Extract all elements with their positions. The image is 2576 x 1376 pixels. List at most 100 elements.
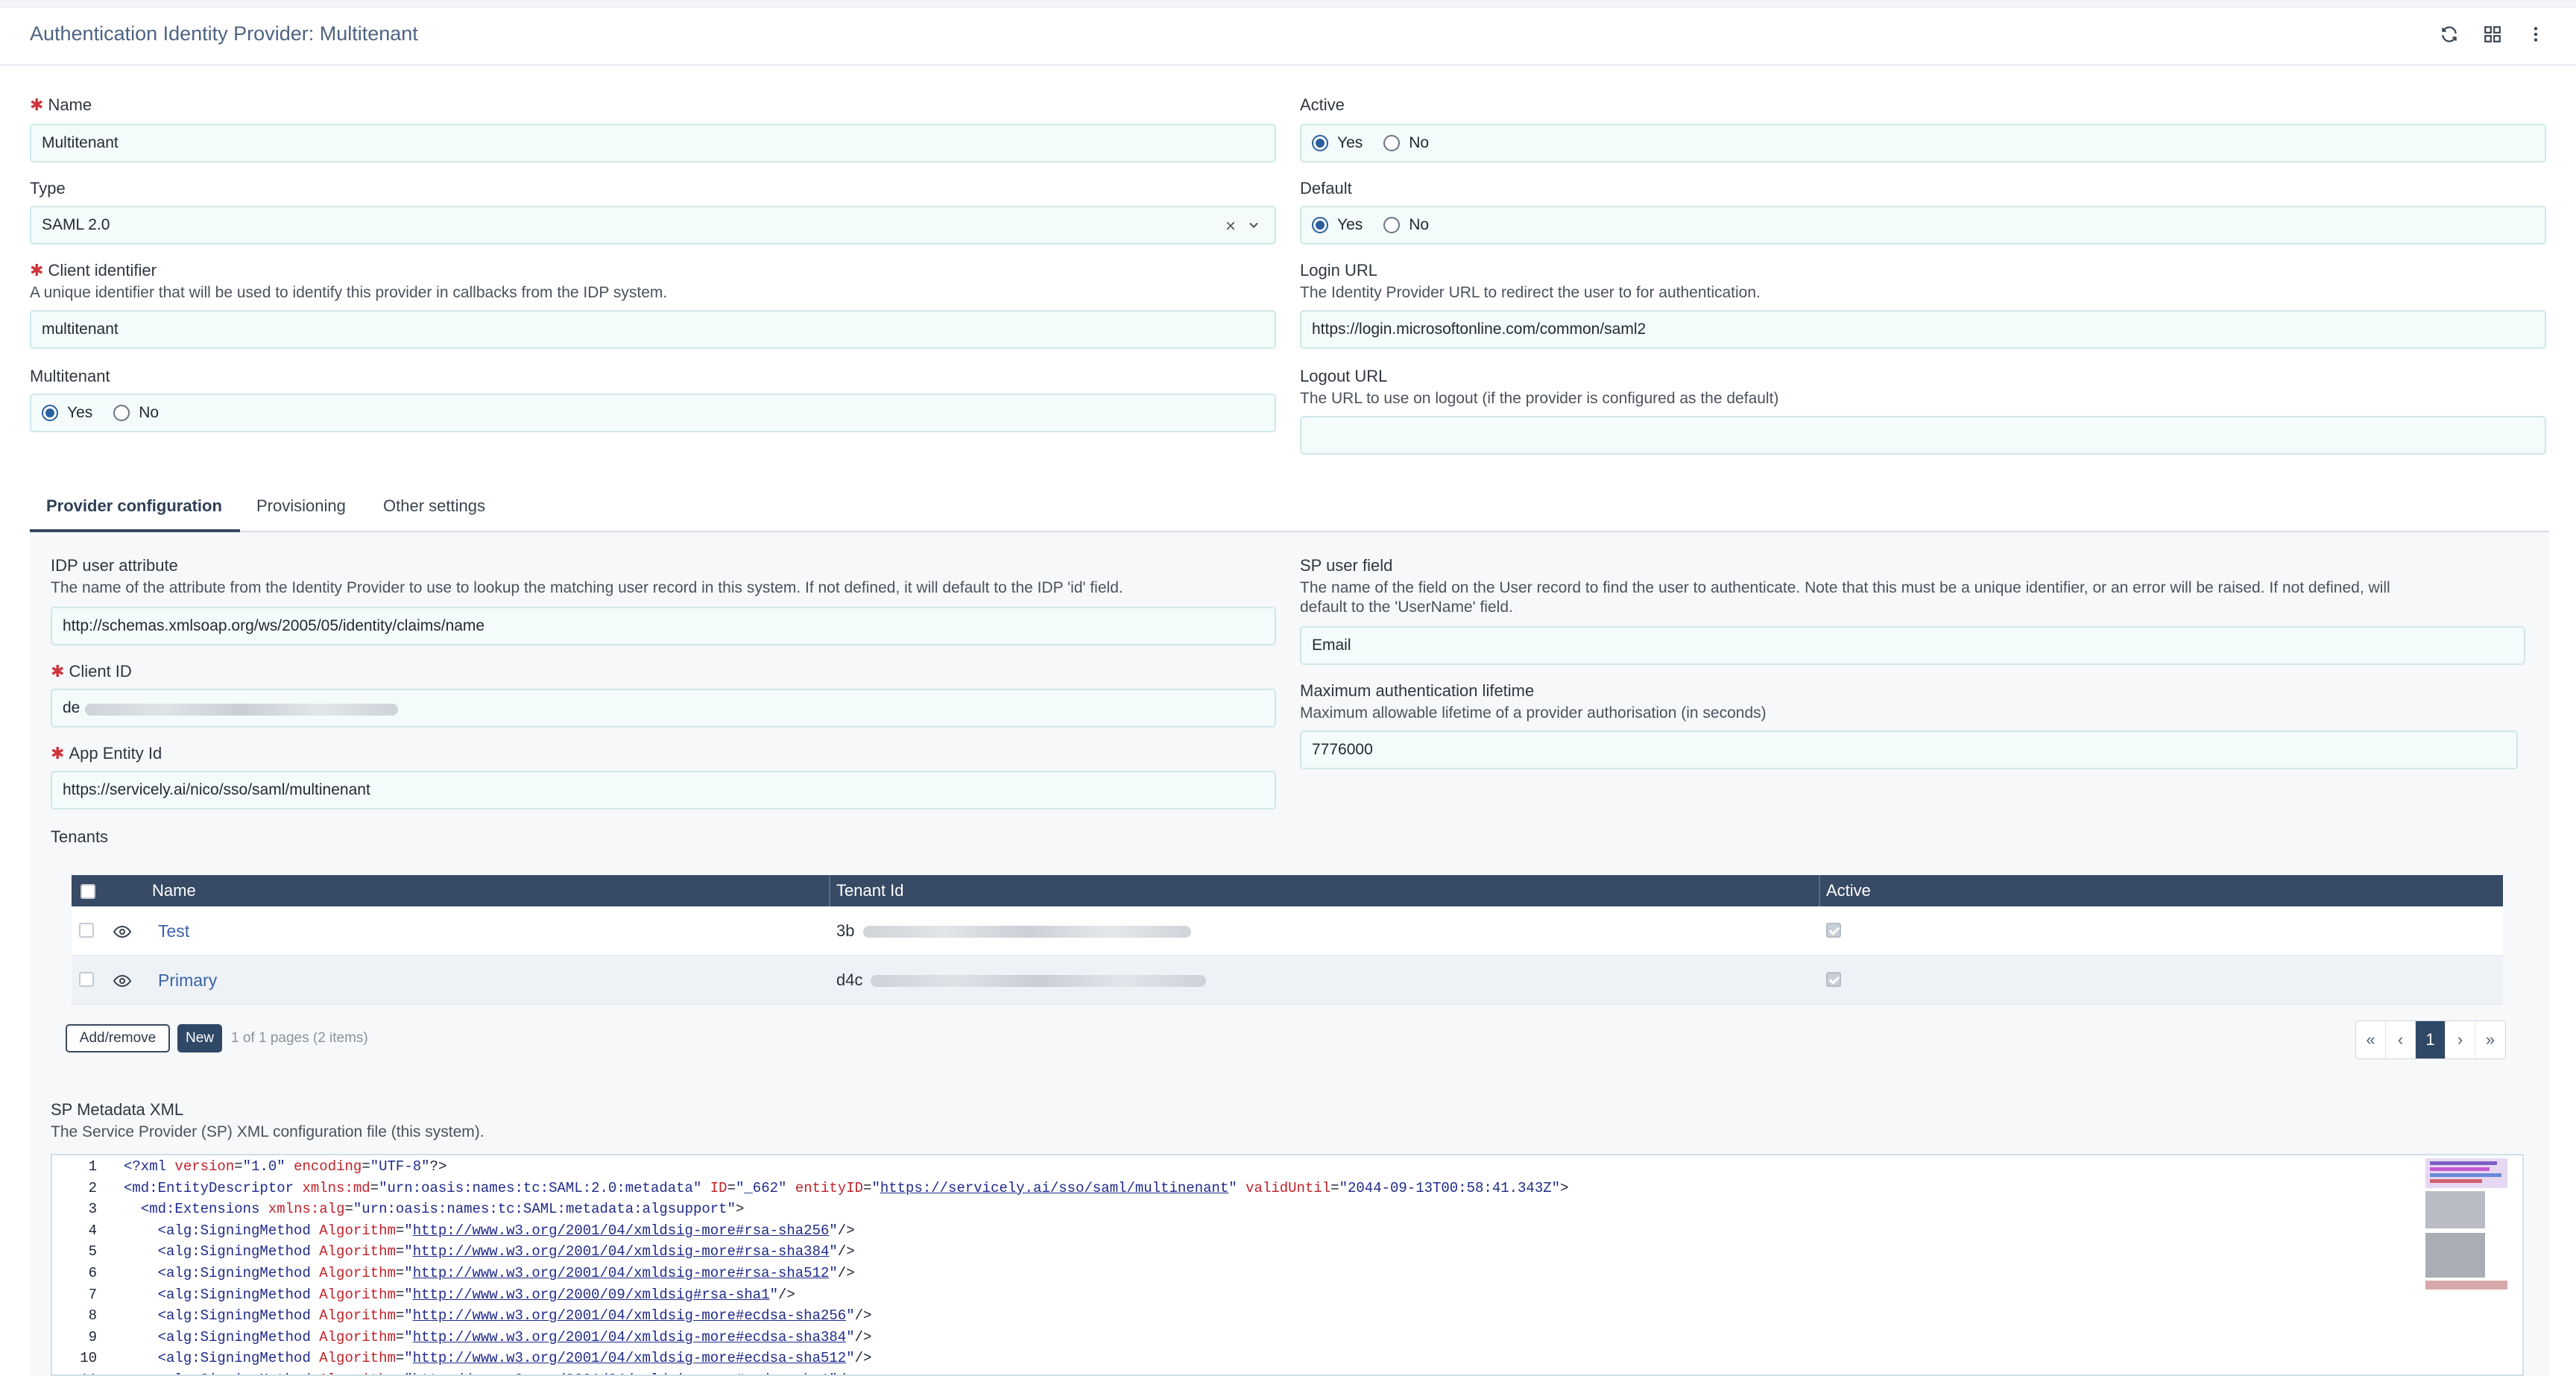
tab-provisioning[interactable]: Provisioning (256, 496, 346, 516)
more-vertical-icon[interactable] (2525, 24, 2546, 45)
max-lifetime-label: Maximum authentication lifetime (1300, 681, 1535, 700)
tenants-table: Name Tenant Id Active Test 3b Primary d4… (72, 875, 2503, 1005)
refresh-icon[interactable] (2439, 24, 2460, 45)
line-text: <md:EntityDescriptor xmlns:md="urn:oasis… (124, 1179, 1569, 1196)
active-no-radio[interactable] (1383, 135, 1401, 151)
redacted-blur (85, 704, 398, 716)
active-label: Active (1300, 95, 1345, 114)
code-line: 6 <alg:SigningMethod Algorithm="http://w… (52, 1265, 2400, 1286)
default-yes-radio[interactable] (1312, 217, 1328, 233)
new-button[interactable]: New (177, 1024, 222, 1052)
code-minimap[interactable] (2425, 1158, 2507, 1293)
line-number: 7 (88, 1286, 97, 1303)
metadata-code-editor[interactable]: 1 <?xml version="1.0" encoding="UTF-8"?> 2… (51, 1154, 2524, 1376)
tenants-label: Tenants (51, 827, 109, 846)
last-page-button[interactable]: » (2475, 1021, 2505, 1058)
tab-other-settings[interactable]: Other settings (383, 496, 485, 516)
row-checkbox[interactable] (79, 972, 94, 987)
header-actions (2439, 24, 2546, 45)
sp-user-field-help-2: default to the 'UserName' field. (1300, 599, 1513, 616)
code-line: 9 <alg:SigningMethod Algorithm="http://w… (52, 1329, 2400, 1350)
multitenant-yes-label: Yes (67, 404, 93, 421)
login-url-input[interactable]: https://login.microsoftonline.com/common… (1300, 310, 2546, 349)
active-yes-label: Yes (1337, 134, 1363, 151)
eye-icon[interactable] (113, 972, 132, 994)
column-header-tenant-id[interactable]: Tenant Id (836, 881, 904, 900)
default-no-label: No (1409, 216, 1430, 233)
idp-user-attribute-label-wrap: IDP user attribute The name of the attri… (51, 556, 1123, 598)
code-line: 7 <alg:SigningMethod Algorithm="http://w… (52, 1287, 2400, 1307)
type-label-wrap: Type (30, 179, 66, 198)
client-identifier-label-wrap: ✱ Client identifier A unique identifier t… (30, 261, 667, 303)
table-header: Name Tenant Id Active (72, 875, 2503, 906)
line-number: 4 (88, 1222, 97, 1239)
line-text: <alg:SigningMethod Algorithm="http://www… (157, 1350, 872, 1367)
line-number: 9 (88, 1328, 97, 1345)
chevron-down-icon[interactable] (1246, 218, 1261, 237)
line-number: 10 (80, 1350, 97, 1367)
code-line: 5 <alg:SigningMethod Algorithm="http://w… (52, 1243, 2400, 1264)
page-button[interactable]: 1 (2416, 1021, 2446, 1058)
column-divider (1819, 875, 1820, 906)
required-icon: ✱ (51, 744, 65, 763)
login-url-help: The Identity Provider URL to redirect th… (1300, 284, 1761, 301)
default-no-radio[interactable] (1383, 217, 1401, 233)
tenant-name-link[interactable]: Primary (158, 971, 217, 991)
active-checkbox (1826, 972, 1841, 987)
form-header: Authentication Identity Provider: Multit… (0, 7, 2576, 66)
sp-user-field-label-wrap: SP user field The name of the field on t… (1300, 556, 2537, 617)
max-lifetime-input[interactable]: 7776000 (1300, 730, 2518, 769)
client-id-input[interactable]: de (51, 689, 1276, 728)
name-input[interactable]: Multitenant (30, 124, 1276, 162)
next-page-button[interactable]: › (2446, 1021, 2475, 1058)
line-text: <alg:SigningMethod Algorithm="http://www… (157, 1265, 855, 1281)
idp-user-attribute-label: IDP user attribute (51, 556, 178, 575)
multitenant-yes-radio[interactable] (42, 405, 58, 421)
page-info: 1 of 1 pages (2 items) (231, 1030, 368, 1046)
first-page-button[interactable]: « (2356, 1021, 2386, 1058)
line-text: <alg:SigningMethod Algorithm="http://www… (157, 1222, 855, 1239)
column-divider (829, 875, 830, 906)
multitenant-no-radio[interactable] (113, 405, 130, 421)
tenant-name-link[interactable]: Test (158, 921, 189, 941)
redacted-blur (871, 975, 1206, 987)
line-text: <alg:SigningMethod Algorithm="http://www… (157, 1286, 795, 1303)
line-number: 6 (88, 1265, 97, 1281)
line-number: 8 (88, 1307, 97, 1325)
line-text: <alg:SigningMethod Algorithm="http://www… (124, 1372, 855, 1375)
column-header-active[interactable]: Active (1826, 881, 1871, 900)
layout-grid-icon[interactable] (2482, 24, 2503, 45)
tab-provider-configuration[interactable]: Provider configuration (46, 496, 222, 516)
idp-user-attribute-input[interactable]: http://schemas.xmlsoap.org/ws/2005/05/id… (51, 607, 1276, 646)
select-all-checkbox[interactable] (80, 884, 95, 899)
sp-user-field-help: The name of the field on the User record… (1300, 579, 2390, 596)
prev-page-button[interactable]: ‹ (2386, 1021, 2416, 1058)
default-yes-label: Yes (1337, 216, 1363, 233)
login-url-label-wrap: Login URL The Identity Provider URL to r… (1300, 261, 1761, 303)
type-select[interactable]: SAML 2.0 × (30, 206, 1276, 244)
client-id-value: de (63, 699, 80, 716)
line-number: 11 (52, 1372, 97, 1375)
eye-icon[interactable] (113, 923, 132, 945)
logout-url-label-wrap: Logout URL The URL to use on logout (if … (1300, 367, 1778, 408)
top-strip (0, 0, 2576, 7)
active-no-label: No (1409, 134, 1430, 151)
required-icon: ✱ (30, 95, 44, 114)
line-number: 1 (88, 1158, 97, 1175)
tab-bar: Provider configuration Provisioning Othe… (30, 490, 2549, 532)
logout-url-input[interactable] (1300, 416, 2546, 455)
clear-icon[interactable]: × (1225, 216, 1236, 237)
line-text: <alg:SigningMethod Algorithm="http://www… (157, 1243, 855, 1260)
active-yes-radio[interactable] (1312, 135, 1328, 151)
app-entity-id-input[interactable]: https://servicely.ai/nico/sso/saml/multi… (51, 771, 1276, 809)
sp-user-field-input[interactable]: Email (1300, 626, 2525, 665)
line-number: 3 (88, 1201, 97, 1218)
code-line: 1 <?xml version="1.0" encoding="UTF-8"?> (52, 1158, 2400, 1179)
add-remove-button[interactable]: Add/remove (66, 1024, 170, 1052)
multitenant-label-wrap: Multitenant (30, 367, 110, 386)
column-header-name[interactable]: Name (152, 881, 196, 900)
row-checkbox[interactable] (79, 923, 94, 938)
client-identifier-input[interactable]: multitenant (30, 310, 1276, 349)
table-row: Test 3b (72, 906, 2503, 956)
client-identifier-help: A unique identifier that will be used to… (30, 284, 668, 301)
